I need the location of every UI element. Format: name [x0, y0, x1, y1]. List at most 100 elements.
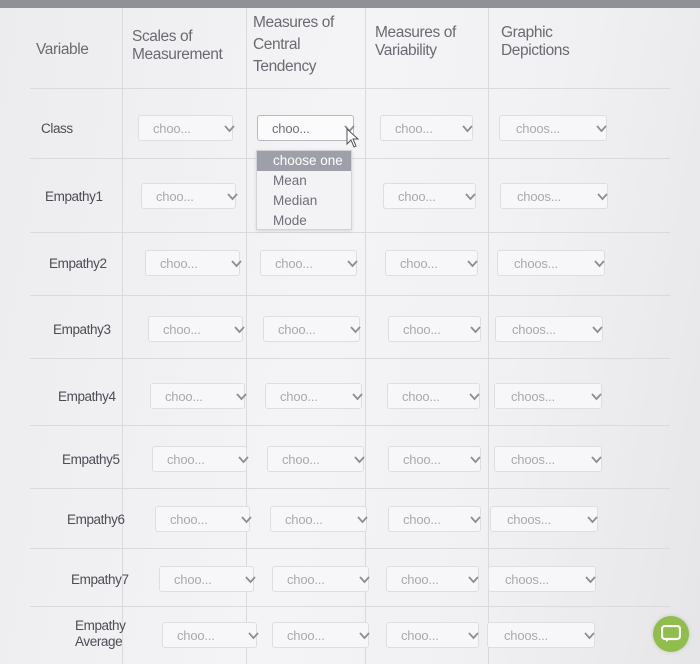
class-graphic-select[interactable]: choos...: [499, 115, 607, 141]
empathy4-central-select[interactable]: choo...: [265, 383, 363, 409]
select-value: choo...: [403, 322, 441, 337]
chevron-down-icon: [349, 323, 362, 335]
select-value: choo...: [282, 452, 320, 467]
empathy-average-variability-select[interactable]: choo...: [386, 622, 479, 648]
chevron-down-icon: [233, 323, 246, 335]
chevron-down-icon: [237, 453, 250, 465]
empathy1-variability-select[interactable]: choo...: [383, 183, 476, 209]
empathy5-central-select[interactable]: choo...: [267, 446, 366, 472]
header-scales-of-measurement: Scales of Measurement: [132, 28, 223, 63]
select-value: choos...: [514, 256, 558, 271]
row-label-empathy6: Empathy6: [67, 512, 125, 527]
empathy6-variability-select[interactable]: choo...: [388, 506, 481, 532]
class-central-select[interactable]: choo...: [257, 115, 355, 141]
row-label-empathy3: Empathy3: [53, 322, 111, 337]
chevron-down-icon: [468, 390, 481, 402]
dropdown-option-mode[interactable]: Mode: [257, 211, 351, 231]
chevron-down-icon: [226, 190, 239, 202]
chevron-down-icon: [593, 257, 606, 269]
empathy2-graphic-select[interactable]: choos...: [497, 250, 605, 276]
select-value: choo...: [285, 512, 323, 527]
select-value: choos...: [512, 322, 556, 337]
chevron-down-icon: [358, 629, 371, 641]
select-value: choo...: [287, 628, 325, 643]
chevron-down-icon: [586, 513, 599, 525]
chevron-down-icon: [596, 190, 609, 202]
chevron-down-icon: [247, 629, 260, 641]
chat-button[interactable]: [653, 616, 689, 652]
empathy1-scales-select[interactable]: choo...: [141, 183, 239, 209]
empathy3-variability-select[interactable]: choo...: [388, 316, 481, 342]
grid-line-horizontal: [30, 425, 670, 426]
select-value: choo...: [402, 389, 440, 404]
class-scales-select[interactable]: choo...: [138, 115, 236, 141]
empathy5-variability-select[interactable]: choo...: [388, 446, 481, 472]
empathy5-scales-select[interactable]: choo...: [152, 446, 250, 472]
empathy4-scales-select[interactable]: choo...: [150, 383, 248, 409]
select-value: choos...: [504, 628, 548, 643]
chevron-down-icon: [461, 122, 474, 134]
select-value: choo...: [401, 628, 439, 643]
select-value: choo...: [401, 572, 439, 587]
select-value: choos...: [511, 389, 555, 404]
select-value: choo...: [156, 189, 194, 204]
grid-line-horizontal: [30, 88, 670, 89]
select-value: choo...: [177, 628, 215, 643]
select-value: choo...: [170, 512, 208, 527]
empathy2-central-select[interactable]: choo...: [260, 250, 359, 276]
header-variable: Variable: [36, 41, 89, 58]
empathy3-scales-select[interactable]: choo...: [148, 316, 246, 342]
empathy2-variability-select[interactable]: choo...: [385, 250, 478, 276]
empathy-average-graphic-select[interactable]: choos...: [487, 622, 595, 648]
select-value: choo...: [272, 121, 310, 136]
empathy1-graphic-select[interactable]: choos...: [500, 183, 608, 209]
empathy6-scales-select[interactable]: choo...: [155, 506, 253, 532]
select-value: choo...: [278, 322, 316, 337]
empathy4-variability-select[interactable]: choo...: [387, 383, 480, 409]
dropdown-option-choose-one[interactable]: choose one: [257, 151, 351, 171]
empathy6-central-select[interactable]: choo...: [270, 506, 368, 532]
empathy7-variability-select[interactable]: choo...: [386, 566, 479, 592]
empathy3-graphic-select[interactable]: choos...: [495, 316, 603, 342]
empathy-average-central-select[interactable]: choo...: [272, 622, 371, 648]
dropdown-option-median[interactable]: Median: [257, 191, 351, 211]
empathy7-graphic-select[interactable]: choos...: [488, 566, 596, 592]
empathy2-scales-select[interactable]: choo...: [145, 250, 243, 276]
select-value: choos...: [507, 512, 551, 527]
grid-line-horizontal: [30, 295, 670, 296]
select-value: choo...: [167, 452, 205, 467]
chevron-down-icon: [358, 573, 371, 585]
dropdown-option-mean[interactable]: Mean: [257, 171, 351, 191]
central-tendency-dropdown-menu: choose one Mean Median Mode: [256, 150, 352, 230]
chevron-down-icon: [590, 390, 603, 402]
select-value: choo...: [275, 256, 313, 271]
empathy7-scales-select[interactable]: choo...: [159, 566, 257, 592]
chevron-down-icon: [469, 323, 482, 335]
chevron-down-icon: [346, 257, 359, 269]
row-label-empathy4: Empathy4: [58, 389, 116, 404]
mouse-pointer-icon: [346, 127, 360, 153]
select-value: choo...: [280, 389, 318, 404]
empathy6-graphic-select[interactable]: choos...: [490, 506, 598, 532]
chevron-down-icon: [353, 453, 366, 465]
header-measures-of-variability: Measures of Variability: [375, 24, 456, 59]
chevron-down-icon: [235, 390, 248, 402]
row-label-empathy7: Empathy7: [71, 572, 129, 587]
chevron-down-icon: [467, 629, 480, 641]
grid-line-horizontal: [30, 232, 670, 233]
empathy4-graphic-select[interactable]: choos...: [494, 383, 602, 409]
chevron-down-icon: [230, 257, 243, 269]
grid-line-horizontal: [30, 488, 670, 489]
empathy-average-scales-select[interactable]: choo...: [162, 622, 260, 648]
select-value: choo...: [398, 189, 436, 204]
empathy3-central-select[interactable]: choo...: [263, 316, 362, 342]
empathy7-central-select[interactable]: choo...: [272, 566, 371, 592]
empathy5-graphic-select[interactable]: choos...: [494, 446, 602, 472]
select-value: choo...: [174, 572, 212, 587]
class-variability-select[interactable]: choo...: [380, 115, 473, 141]
chevron-down-icon: [590, 453, 603, 465]
select-value: choos...: [517, 189, 561, 204]
chevron-down-icon: [244, 573, 257, 585]
chevron-down-icon: [240, 513, 253, 525]
chevron-down-icon: [223, 122, 236, 134]
